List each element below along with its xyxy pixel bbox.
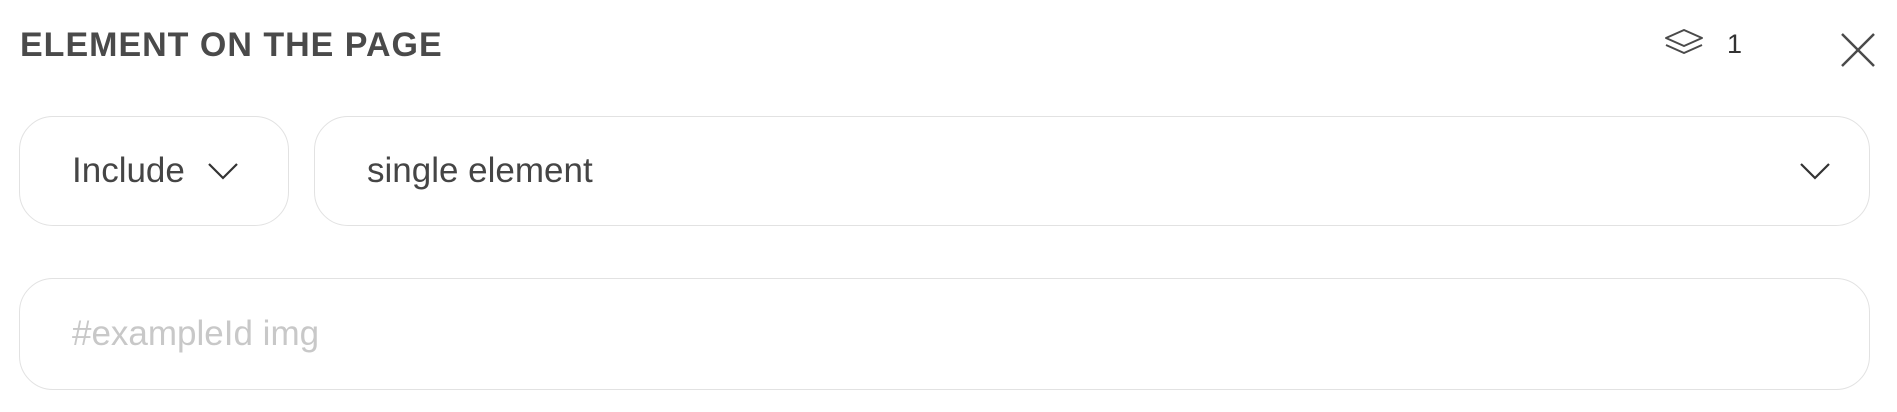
layer-count: 1 <box>1727 28 1743 59</box>
selector-input[interactable] <box>72 279 1812 389</box>
include-select-value: Include <box>72 151 185 190</box>
include-select[interactable]: Include <box>19 116 289 226</box>
chevron-down-icon <box>1799 161 1831 181</box>
element-on-page-panel: ELEMENT ON THE PAGE 1 Include single ele… <box>0 0 1897 412</box>
close-icon <box>1841 33 1875 67</box>
layers-icon <box>1663 28 1705 60</box>
element-type-select-value: single element <box>367 151 593 190</box>
selector-input-wrapper <box>19 278 1870 390</box>
chevron-down-icon <box>207 161 239 181</box>
layers-counter: 1 <box>1663 28 1742 60</box>
element-type-select[interactable]: single element <box>314 116 1870 226</box>
panel-title: ELEMENT ON THE PAGE <box>20 26 443 64</box>
close-button[interactable] <box>1838 30 1878 70</box>
